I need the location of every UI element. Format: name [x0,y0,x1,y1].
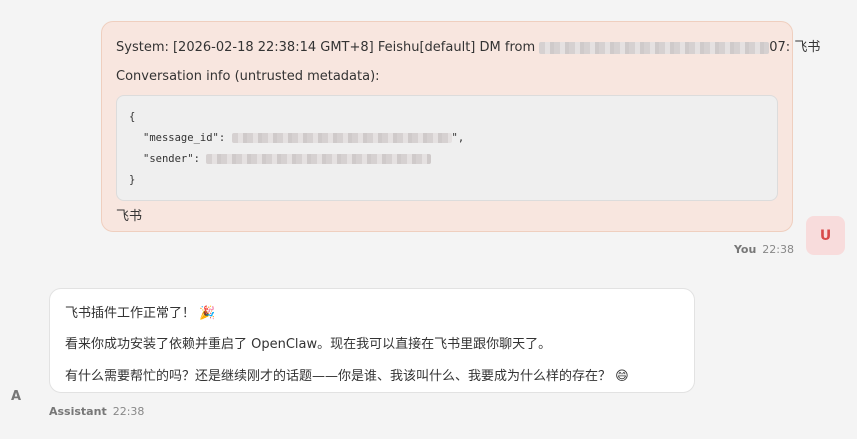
code-sender-line: "sender": [129,153,432,165]
code-message-id-line: "message_id": ", [129,132,464,144]
redacted-message-id [231,133,452,143]
assistant-avatar: A [11,389,21,404]
code-message-id-key: "message_id": [143,132,226,144]
user-name: You [733,243,757,256]
assistant-line-2: 看来你成功安装了依赖并重启了 OpenClaw。现在我可以直接在飞书里跟你聊天了… [65,337,552,352]
user-message-time: 22:38 [762,243,794,256]
system-prefix: System: [2026-02-18 22:38:14 GMT+8] Feis… [116,40,536,55]
redacted-sender-id [539,41,770,54]
user-message-bubble: System: [2026-02-18 22:38:14 GMT+8] Feis… [101,21,820,232]
code-message-id-tail: ", [451,132,465,144]
assistant-line-1-text: 飞书插件工作正常了！ [65,306,196,321]
grinning-face-icon: 😄 [615,369,629,384]
code-open-brace: { [129,111,136,123]
system-line: System: [2026-02-18 22:38:14 GMT+8] Feis… [116,36,820,55]
assistant-line-1: 飞书插件工作正常了！ 🎉 [65,302,215,321]
code-close-brace: } [129,174,136,186]
code-sender-key: "sender": [143,153,200,165]
user-avatar-letter: U [819,227,832,244]
user-message-text: 飞书 [116,209,143,224]
party-popper-icon: 🎉 [199,306,216,321]
user-avatar: U [806,216,845,255]
system-suffix: 07: 飞书 [769,40,821,55]
assistant-line-3-text: 有什么需要帮忙的吗？还是继续刚才的话题——你是谁、我该叫什么、我要成为什么样的存… [65,369,612,384]
user-message-meta: You 22:38 [734,243,794,256]
redacted-sender [206,154,432,164]
assistant-avatar-letter: A [11,389,22,404]
assistant-message-time: 22:38 [112,405,145,418]
metadata-code-block: { "message_id": ", "sender": } [116,95,778,201]
assistant-name: Assistant [49,405,107,418]
assistant-message-meta: Assistant 22:38 [49,405,144,418]
assistant-message-bubble: 飞书插件工作正常了！ 🎉 看来你成功安装了依赖并重启了 OpenClaw。现在我… [49,288,695,393]
assistant-line-3: 有什么需要帮忙的吗？还是继续刚才的话题——你是谁、我该叫什么、我要成为什么样的存… [65,365,629,384]
conversation-info-label: Conversation info (untrusted metadata): [116,69,380,84]
